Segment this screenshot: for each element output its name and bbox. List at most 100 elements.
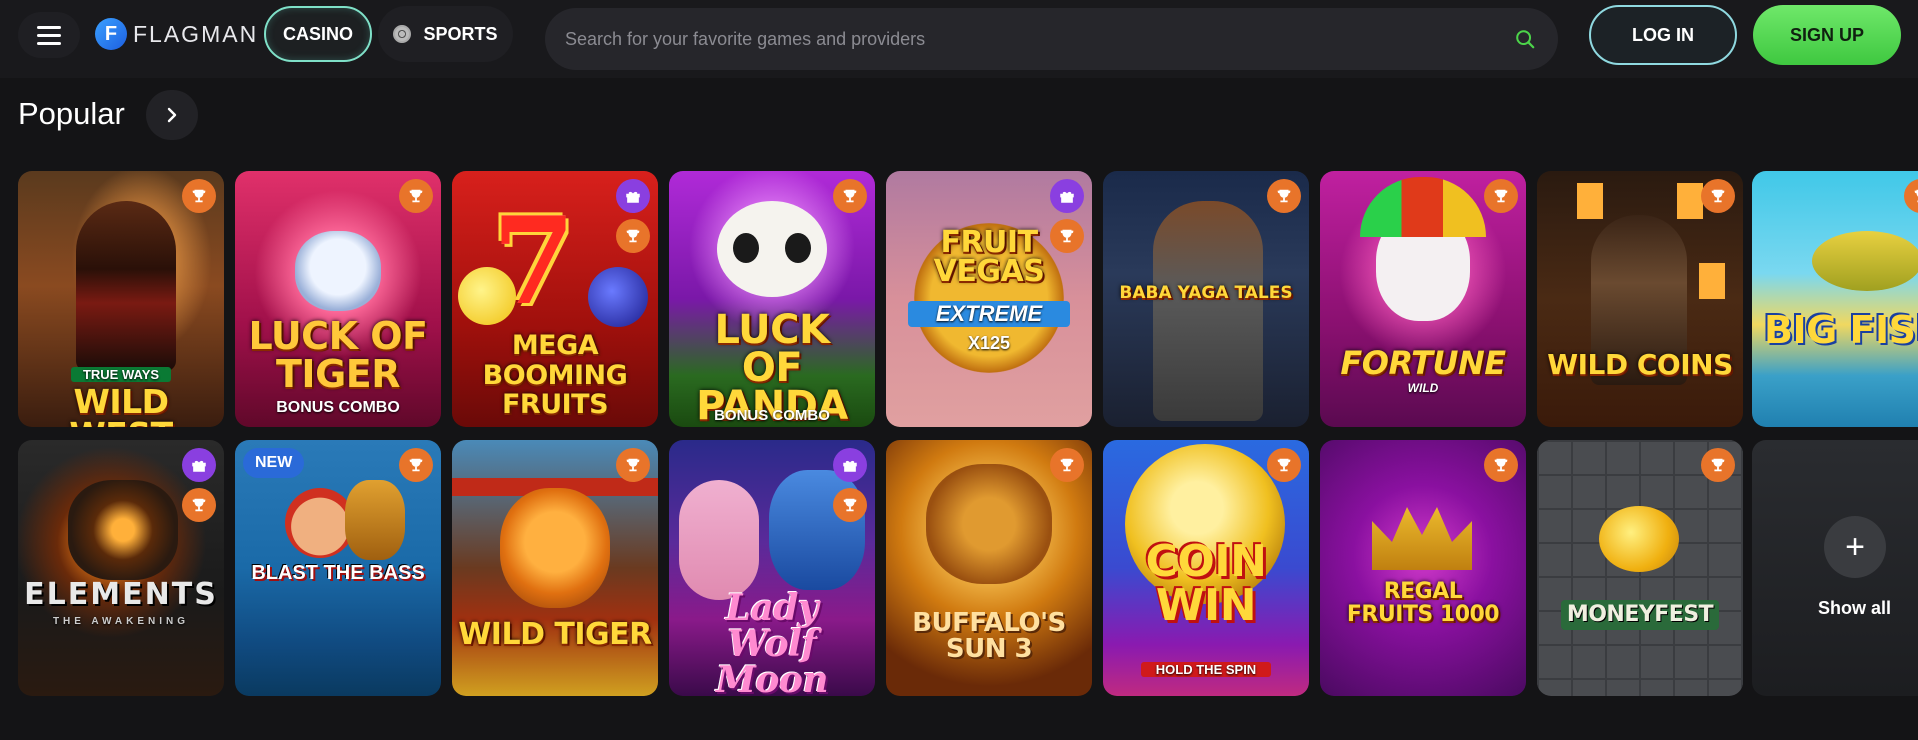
tab-sports-label: SPORTS [423,23,498,44]
fish-figure [1812,231,1918,291]
buffalo-head [926,464,1052,584]
brand-name: FLAGMAN [133,20,259,47]
game-tile-wild-tiger[interactable]: WILD TIGER [452,440,658,696]
signup-button-label: SIGN UP [1789,24,1864,45]
search-icon[interactable] [1514,28,1536,50]
game-title: MONEYFEST [1561,600,1719,630]
search-bar [545,8,1558,70]
gift-icon [1050,179,1084,213]
game-tile-wild-west[interactable]: TRUE WAYS WILD WEST [18,171,224,427]
plum-fruit [588,267,648,327]
game-subtitle: BONUS COMBO [714,407,830,424]
panda-eye [785,233,811,263]
menu-button[interactable] [18,12,80,58]
tiger-head [295,231,381,311]
piggy-bank [1599,506,1679,572]
trophy-icon [1050,219,1084,253]
game-title: Lady Wolf Moon [715,587,829,696]
trophy-icon [1484,448,1518,482]
soccer-ball-icon [393,25,412,43]
bass-fish [345,480,405,560]
section-more-button[interactable] [146,90,198,140]
game-tile-luck-of-panda[interactable]: LUCK OF PANDA BONUS COMBO [669,171,875,427]
game-tile-wild-coins[interactable]: WILD COINS [1537,171,1743,427]
game-tag: TRUE WAYS [71,367,171,382]
trophy-icon [1701,448,1735,482]
game-subtitle: HOLD THE SPIN [1141,662,1271,677]
top-header: F FLAGMAN CASINO SPORTS LOG IN SIGN UP [0,0,1918,78]
game-title: FORTUNE [1340,344,1506,382]
game-title: ELEMENTS [24,577,218,612]
game-tile-coin-win[interactable]: COIN WIN HOLD THE SPIN [1103,440,1309,696]
trophy-icon [1701,179,1735,213]
game-title: BABA YAGA TALES [1119,283,1293,303]
trophy-icon [833,179,867,213]
signup-button[interactable]: SIGN UP [1753,5,1901,65]
chevron-right-icon [167,107,177,123]
trophy-icon [399,179,433,213]
trophy-icon [1050,448,1084,482]
brand-logo-badge: F [95,18,127,50]
tab-casino-label: CASINO [282,23,353,44]
game-tile-luck-of-tiger[interactable]: LUCK OF TIGER BONUS COMBO [235,171,441,427]
trophy-icon [616,448,650,482]
game-title: COIN WIN [1145,536,1267,631]
trophy-icon [1267,448,1301,482]
game-tile-lady-wolf-moon[interactable]: Lady Wolf Moon [669,440,875,696]
game-title-line: BLAST THE BASS [251,562,425,584]
trophy-icon [833,488,867,522]
trophy-icon [182,179,216,213]
plus-icon: + [1824,516,1886,578]
game-tile-elements[interactable]: ELEMENTS THE AWAKENING [18,440,224,696]
tab-sports[interactable]: SPORTS [378,6,513,62]
tiger-head [500,488,610,608]
game-multiplier: X125 [967,333,1011,353]
hamburger-icon [37,25,61,45]
panda-eye [733,233,759,263]
game-title: MEGA BOOMING FRUITS [482,330,628,421]
game-tile-blast-the-bass[interactable]: BLAST THE BASS NEW [235,440,441,696]
baba-yaga-figure [1153,201,1263,421]
game-title: LUCK OF TIGER [248,314,428,396]
search-input[interactable] [565,28,1505,50]
game-title: WILD WEST [69,382,173,427]
game-tile-mega-booming-fruits[interactable]: 7 MEGA BOOMING FRUITS [452,171,658,427]
trophy-icon [1484,179,1518,213]
trophy-icon [399,448,433,482]
gift-icon [833,448,867,482]
game-tile-fortune[interactable]: FORTUNE WILD [1320,171,1526,427]
game-title: BUFFALO'S SUN 3 [912,608,1066,664]
trophy-icon [182,488,216,522]
game-tile-regal-fruits-1000[interactable]: REGAL FRUITS 1000 [1320,440,1526,696]
game-tile-baba-yaga-tales[interactable]: BABA YAGA TALES [1103,171,1309,427]
tab-casino[interactable]: CASINO [264,6,372,62]
game-tile-big-fish[interactable]: BIG FISH [1752,171,1918,427]
gift-icon [616,179,650,213]
trophy-icon [616,219,650,253]
login-button-label: LOG IN [1632,24,1694,45]
cowgirl-figure [76,201,176,371]
gift-icon [182,448,216,482]
show-all-label: Show all [1818,598,1892,618]
section-title: Popular [18,96,125,131]
game-subtitle: EXTREME [908,301,1070,327]
saloon-window [1577,183,1603,219]
game-tile-fruit-vegas[interactable]: FRUIT VEGAS EXTREME X125 [886,171,1092,427]
login-button[interactable]: LOG IN [1589,5,1737,65]
game-title: WILD COINS [1547,348,1733,381]
brand-logo[interactable]: F FLAGMAN [95,16,258,52]
game-subtitle: BONUS COMBO [276,399,400,416]
game-subtitle: THE AWAKENING [52,616,190,627]
game-title: WILD TIGER [458,617,652,652]
game-subtitle: WILD [1407,381,1439,395]
lady-figure [679,480,759,600]
game-art [1752,171,1918,427]
show-all-button[interactable]: + Show all [1752,440,1918,696]
game-title: REGAL FRUITS 1000 [1346,579,1500,628]
game-tile-moneyfest[interactable]: MONEYFEST [1537,440,1743,696]
lemon-fruit [458,267,516,325]
new-badge: NEW [243,448,305,478]
game-tile-buffalos-sun-3[interactable]: BUFFALO'S SUN 3 [886,440,1092,696]
game-title: BIG FISH [1764,308,1918,352]
element-creature [68,480,178,580]
